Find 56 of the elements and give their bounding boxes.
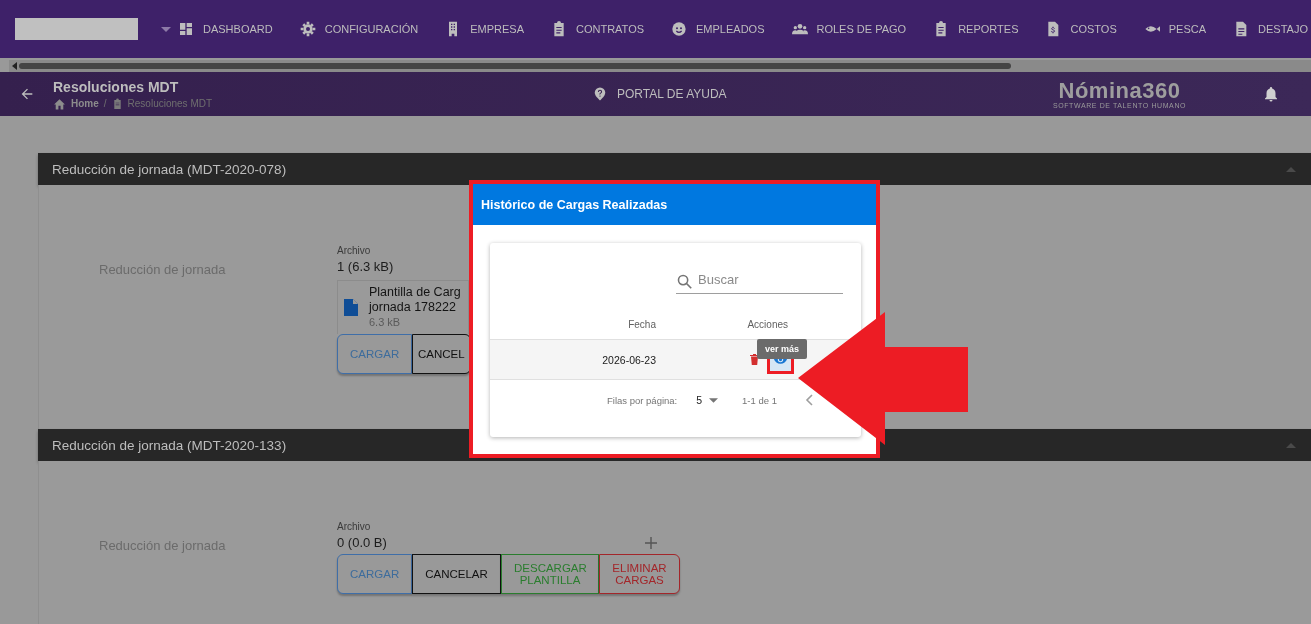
- scroll-left-icon[interactable]: [11, 62, 17, 70]
- gear-icon: [299, 21, 316, 37]
- nav-link[interactable]: EMPLEADOS: [671, 21, 765, 37]
- column-header[interactable]: Fecha: [490, 319, 656, 330]
- action-button[interactable]: CANCEL: [412, 334, 471, 374]
- page-range: 1-1 de 1: [742, 394, 777, 406]
- face-icon: [671, 21, 688, 37]
- breadcrumb-link[interactable]: Home: [71, 98, 99, 109]
- rows-per-page-label: Filas por página:: [607, 394, 678, 406]
- file-input-label: Archivo: [337, 521, 372, 532]
- search-icon: [676, 273, 693, 290]
- clipboard-icon: [111, 97, 123, 110]
- previous-page-icon[interactable]: [804, 394, 813, 406]
- brand-logo-text: Nómina360: [1057, 79, 1182, 102]
- column-header: Acciones: [746, 319, 788, 330]
- home-icon: [53, 97, 66, 110]
- search-field[interactable]: Buscar: [676, 270, 843, 294]
- rows-per-page-select[interactable]: 5: [696, 394, 719, 406]
- file-name: jornada 178222: [369, 300, 457, 315]
- panel-header[interactable]: Reducción de jornada (MDT-2020-078): [38, 153, 1311, 185]
- help-icon: [593, 87, 607, 101]
- nav-link[interactable]: DESTAJO: [1233, 21, 1308, 37]
- dialog-title: Histórico de Cargas Realizadas: [481, 197, 668, 212]
- nav-link[interactable]: EMPRESA: [445, 21, 524, 37]
- nav-link[interactable]: PESCA: [1143, 21, 1207, 37]
- horizontal-scrollbar[interactable]: [9, 60, 1311, 72]
- file-name: Plantilla de Carg: [369, 285, 461, 300]
- tooltip: ver más: [757, 339, 808, 359]
- help-portal-link[interactable]: PORTAL DE AYUDA: [593, 87, 1048, 101]
- nav-link[interactable]: REPORTES: [933, 21, 1019, 37]
- add-icon[interactable]: [645, 536, 657, 549]
- file-size: 6.3 kB: [369, 315, 402, 330]
- panel-title: Reducción de jornada (MDT-2020-133): [52, 437, 287, 453]
- action-button[interactable]: CANCELAR: [412, 554, 501, 594]
- nav-link[interactable]: ROLES DE PAGO: [791, 21, 907, 37]
- caret-icon[interactable]: [161, 26, 171, 32]
- dashboard-icon: [178, 21, 194, 37]
- back-arrow-icon[interactable]: [19, 86, 35, 102]
- nav-link[interactable]: DASHBOARD: [178, 21, 273, 37]
- nav-link[interactable]: CONFIGURACIÓN: [299, 21, 419, 37]
- breadcrumb-separator: /: [103, 98, 107, 109]
- page-title: Resoluciones MDT: [53, 78, 180, 95]
- dropdown-caret-icon: [709, 397, 719, 403]
- file-input-label: Archivo: [337, 245, 372, 256]
- scrollbar-thumb[interactable]: [19, 63, 1011, 69]
- file-count-summary: 1 (6.3 kB): [337, 259, 394, 274]
- nav-link[interactable]: CONTRATOS: [551, 21, 645, 37]
- file-icon: [344, 299, 358, 316]
- notification-bell-icon[interactable]: [1262, 85, 1280, 103]
- panel-title: Reducción de jornada (MDT-2020-078): [52, 161, 287, 177]
- file-count-summary: 0 (0.0 B): [337, 535, 387, 550]
- breadcrumb-current: Resoluciones MDT: [127, 98, 213, 109]
- nav-link[interactable]: COSTOS: [1045, 21, 1117, 37]
- clipboard-icon: [551, 21, 567, 37]
- date-cell-text: 2026-06-23: [601, 353, 656, 366]
- people-icon: [791, 21, 808, 37]
